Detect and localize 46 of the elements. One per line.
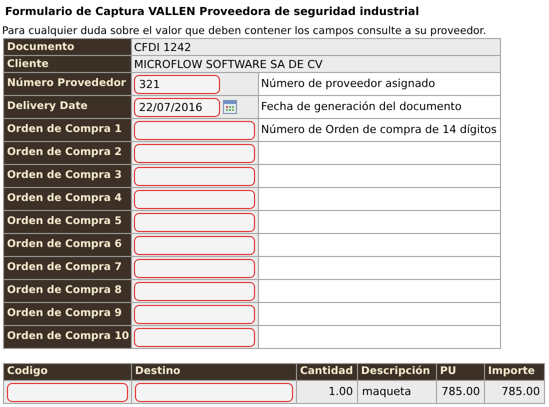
input-field[interactable]: 321 [134,74,220,94]
column-header: Destino [132,364,296,380]
input-field[interactable] [134,304,255,324]
field-label: Orden de Compra 3 [4,164,132,188]
field-label: Orden de Compra 4 [4,188,132,210]
field-label: Orden de Compra 10 [4,326,132,348]
field-value: MICROFLOW SOFTWARE SA DE CV [132,56,500,72]
field-label: Orden de Compra 7 [4,256,132,280]
field-label: Delivery Date [4,96,132,118]
input-field[interactable] [134,258,255,278]
field-label: Orden de Compra 1 [4,118,132,142]
input-field[interactable] [134,212,255,232]
table-cell: 1.00 [296,380,358,404]
calendar-icon[interactable] [223,100,237,114]
field-label: Orden de Compra 5 [4,210,132,234]
field-label: Orden de Compra 9 [4,302,132,326]
column-header: Descripción [358,364,436,380]
input-field[interactable] [135,382,293,402]
column-header: Cantidad [296,364,358,380]
input-field[interactable] [134,236,255,254]
column-header: Importe [484,364,544,380]
input-field[interactable] [134,166,255,186]
table-cell: maqueta [358,380,436,404]
field-hint: Fecha de generación del documento [261,100,462,113]
field-label: Documento [4,38,132,56]
field-value: CFDI 1242 [132,38,500,56]
column-header: Codigo [4,364,132,380]
field-label: Orden de Compra 6 [4,234,132,256]
field-label: Número Provededor [4,72,132,96]
input-field[interactable] [134,190,255,208]
column-header: PU [436,364,484,380]
input-field[interactable] [134,328,255,346]
input-field[interactable] [134,282,255,300]
input-field[interactable] [7,382,128,402]
input-field[interactable] [134,144,255,162]
field-label: Cliente [4,56,132,72]
form-title: Formulario de Captura VALLEN Proveedora de seguridad industrial [4,4,420,20]
field-label: Orden de Compra 2 [4,142,132,164]
input-field[interactable] [134,120,255,140]
input-field[interactable]: 22/07/2016 [134,98,220,116]
field-hint: Número de Orden de compra de 14 dígitos [261,122,497,136]
field-label: Orden de Compra 8 [4,280,132,302]
intro-text: Para cualquier duda sobre el valor que deben contener los campos consulte a su proveedor. [1,24,488,38]
field-hint: Número de proveedor asignado [261,76,436,90]
table-cell: 785.00 [436,380,484,404]
table-cell: 785.00 [484,380,544,404]
